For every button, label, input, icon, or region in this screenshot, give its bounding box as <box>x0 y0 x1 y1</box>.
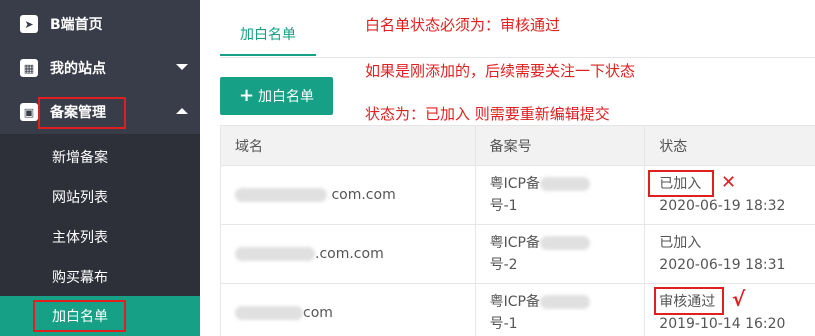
icp-suffix: 号-1 <box>489 198 518 214</box>
annotation-box-filing <box>38 97 126 129</box>
add-whitelist-button-label: 加白名单 <box>258 89 315 105</box>
nav-item-label: B端首页 <box>50 17 103 33</box>
whitelist-table: 域名 备案号 状态 com.com 粤ICP备 号-1 已加入 2020-06-19… <box>220 125 815 336</box>
redacted-blur <box>235 247 315 261</box>
status-time: 2020-06-19 18:32 <box>659 198 786 214</box>
annotation-box-status-approved <box>654 287 724 315</box>
status-time: 2020-06-19 18:31 <box>659 257 786 273</box>
gift-icon: ▣ <box>20 103 38 121</box>
domain-cell: com.com <box>220 165 476 225</box>
sub-item-new-filing[interactable]: 新增备案 <box>0 137 200 177</box>
icp-cell: 粤ICP备号-1 <box>474 165 646 225</box>
nav-item-my-sites[interactable]: ▦ 我的站点 <box>0 46 200 90</box>
annotation-note-3: 状态为：已加入 则需要重新编辑提交 <box>365 105 610 123</box>
icp-cell: 粤ICP备号-1 <box>474 283 646 336</box>
wrong-mark-icon: ✕ <box>721 172 737 193</box>
annotation-box-status-joined <box>648 170 714 197</box>
chevron-down-icon <box>176 64 188 70</box>
redacted-blur <box>235 306 303 320</box>
icp-suffix: 号-2 <box>489 257 518 273</box>
column-header-domain: 域名 <box>220 125 476 166</box>
plus-icon: + <box>238 85 255 106</box>
icp-prefix: 粤ICP备 <box>489 235 540 251</box>
domain-text: com <box>303 305 333 321</box>
domain-text: com.com <box>331 187 396 203</box>
icp-prefix: 粤ICP备 <box>489 176 540 192</box>
domain-cell: .com.com <box>220 224 476 284</box>
annotation-note-2: 如果是刚添加的，后续需要关注一下状态 <box>365 62 636 80</box>
sub-item-subject-list[interactable]: 主体列表 <box>0 217 200 257</box>
status-cell: 已加入 2020-06-19 18:31 <box>644 224 815 284</box>
add-whitelist-button[interactable]: + 加白名单 <box>220 77 333 115</box>
table-row: com 粤ICP备 号-1 审核通过 2019-10-14 16:20 <box>220 283 815 336</box>
tab-divider <box>220 57 815 58</box>
redacted-blur <box>539 295 590 309</box>
send-icon: ➤ <box>20 15 38 33</box>
chevron-up-icon <box>176 108 188 114</box>
column-header-icp: 备案号 <box>474 125 646 166</box>
domain-text: .com.com <box>315 246 384 262</box>
domain-cell: com <box>220 283 476 336</box>
icp-suffix: 号-1 <box>489 316 518 332</box>
table-row: .com.com 粤ICP备号-2 已加入 2020-06-19 18:31 <box>220 224 815 284</box>
sidebar: ➤ B端首页 ▦ 我的站点 ▣ 备案管理 新增备案 网站列表 主体列表 购买幕布… <box>0 0 200 336</box>
nav-item-label: 我的站点 <box>50 61 106 77</box>
status-text: 已加入 <box>659 235 702 251</box>
sub-item-website-list[interactable]: 网站列表 <box>0 177 200 217</box>
redacted-blur <box>539 236 590 250</box>
annotation-note-1: 白名单状态必须为：审核通过 <box>365 16 561 34</box>
icp-cell: 粤ICP备号-2 <box>474 224 646 284</box>
redacted-blur <box>235 188 327 202</box>
tab-whitelist[interactable]: 加白名单 <box>220 14 316 56</box>
table-header-row: 域名 备案号 状态 <box>220 125 815 166</box>
icp-prefix: 粤ICP备 <box>489 294 540 310</box>
redacted-blur <box>539 177 590 191</box>
nav-item-b-home[interactable]: ➤ B端首页 <box>0 2 200 46</box>
status-time: 2019-10-14 16:20 <box>659 316 786 332</box>
site-icon: ▦ <box>20 59 38 77</box>
annotation-box-whitelist <box>33 300 126 332</box>
check-mark-icon: √ <box>732 287 746 311</box>
column-header-status: 状态 <box>644 125 815 166</box>
sub-item-buy-curtain[interactable]: 购买幕布 <box>0 257 200 297</box>
